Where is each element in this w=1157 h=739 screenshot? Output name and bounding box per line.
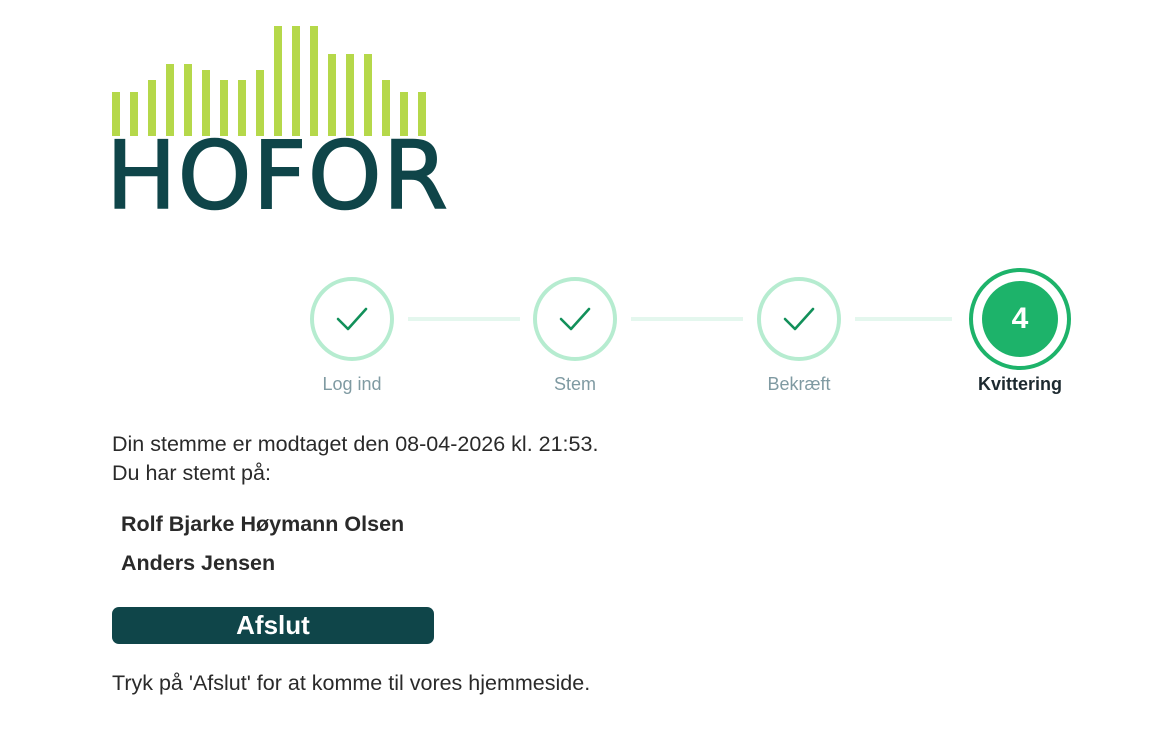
finish-button[interactable]: Afslut <box>112 607 434 644</box>
check-icon <box>783 307 815 331</box>
step-connector <box>855 317 952 321</box>
check-icon <box>559 307 591 331</box>
progress-stepper: Log ind Stem Bekræft 4 Kvittering <box>0 268 1157 408</box>
step-label: Log ind <box>322 374 382 394</box>
step-label: Stem <box>553 374 596 394</box>
step-complete-circle <box>757 277 841 361</box>
candidate-name: Anders Jensen <box>121 551 276 575</box>
hofor-logo: HOFOR <box>105 24 449 224</box>
candidate-name: Rolf Bjarke Høymann Olsen <box>121 512 405 536</box>
finish-hint: Tryk på 'Afslut' for at komme til vores … <box>112 671 591 695</box>
receipt-content: Din stemme er modtaget den 08-04-2026 kl… <box>112 430 1012 698</box>
step-number: 4 <box>982 281 1058 357</box>
voted-for-label: Du har stemt på: <box>112 461 271 485</box>
logo-wordmark: HOFOR <box>105 122 450 231</box>
step-label: Bekræft <box>767 374 831 394</box>
logo-bars-icon <box>112 26 426 136</box>
step-active-circle: 4 <box>969 268 1071 370</box>
confirmation-text: Din stemme er modtaget den 08-04-2026 kl… <box>112 432 599 456</box>
candidate-list: Rolf Bjarke Høymann Olsen Anders Jensen <box>112 505 1012 583</box>
step-label-active: Kvittering <box>977 374 1062 394</box>
step-connector <box>408 317 520 321</box>
step-complete-circle <box>533 277 617 361</box>
check-icon <box>336 307 368 331</box>
step-complete-circle <box>310 277 394 361</box>
step-connector <box>631 317 743 321</box>
page: HOFOR Log ind Stem Bekræft 4 Kvittering … <box>0 0 1157 739</box>
